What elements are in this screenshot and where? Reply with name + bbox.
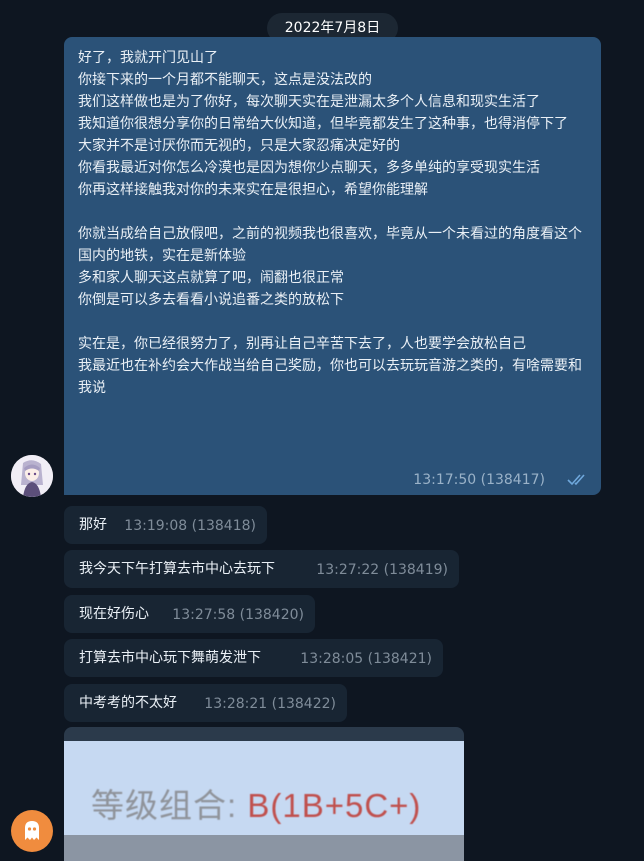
avatar[interactable]	[11, 810, 53, 852]
incoming-message[interactable]: 我今天下午打算去市中心去玩下 13:27:22 (138419)	[64, 550, 459, 588]
message-text: 那好	[79, 517, 107, 533]
ghost-icon	[25, 821, 39, 840]
incoming-message[interactable]: 中考考的不太好 13:28:21 (138422)	[64, 684, 347, 722]
message-meta: 13:28:21 (138422)	[204, 696, 336, 712]
message-meta: 13:17:50 (138417)	[413, 472, 545, 488]
message-text: 打算去市中心玩下舞萌发泄下	[79, 650, 261, 666]
message-meta: 13:28:05 (138421)	[300, 651, 432, 667]
image-message[interactable]: 等级组合: B(1B+5C+)	[64, 727, 464, 861]
message-meta: 13:19:08 (138418)	[124, 518, 256, 534]
anime-avatar-icon	[11, 455, 53, 497]
photo-bottom-strip	[64, 835, 464, 861]
double-check-icon	[567, 474, 585, 486]
photo-text: 等级组合: B(1B+5C+)	[91, 787, 422, 824]
message-text: 我今天下午打算去市中心去玩下	[79, 561, 275, 577]
message-meta: 13:27:22 (138419)	[316, 562, 448, 578]
incoming-message[interactable]: 那好 13:19:08 (138418)	[64, 506, 267, 544]
message-text: 好了，我就开门见山了 你接下来的一个月都不能聊天，这点是没法改的 我们这样做也是…	[78, 50, 582, 396]
avatar[interactable]	[11, 455, 53, 497]
message-text: 现在好伤心	[79, 606, 149, 622]
incoming-message[interactable]: 打算去市中心玩下舞萌发泄下 13:28:05 (138421)	[64, 639, 443, 677]
message-meta: 13:27:58 (138420)	[172, 607, 304, 623]
outgoing-message[interactable]: 好了，我就开门见山了 你接下来的一个月都不能聊天，这点是没法改的 我们这样做也是…	[64, 37, 601, 495]
incoming-message[interactable]: 现在好伤心 13:27:58 (138420)	[64, 595, 315, 633]
message-text: 中考考的不太好	[79, 695, 177, 711]
